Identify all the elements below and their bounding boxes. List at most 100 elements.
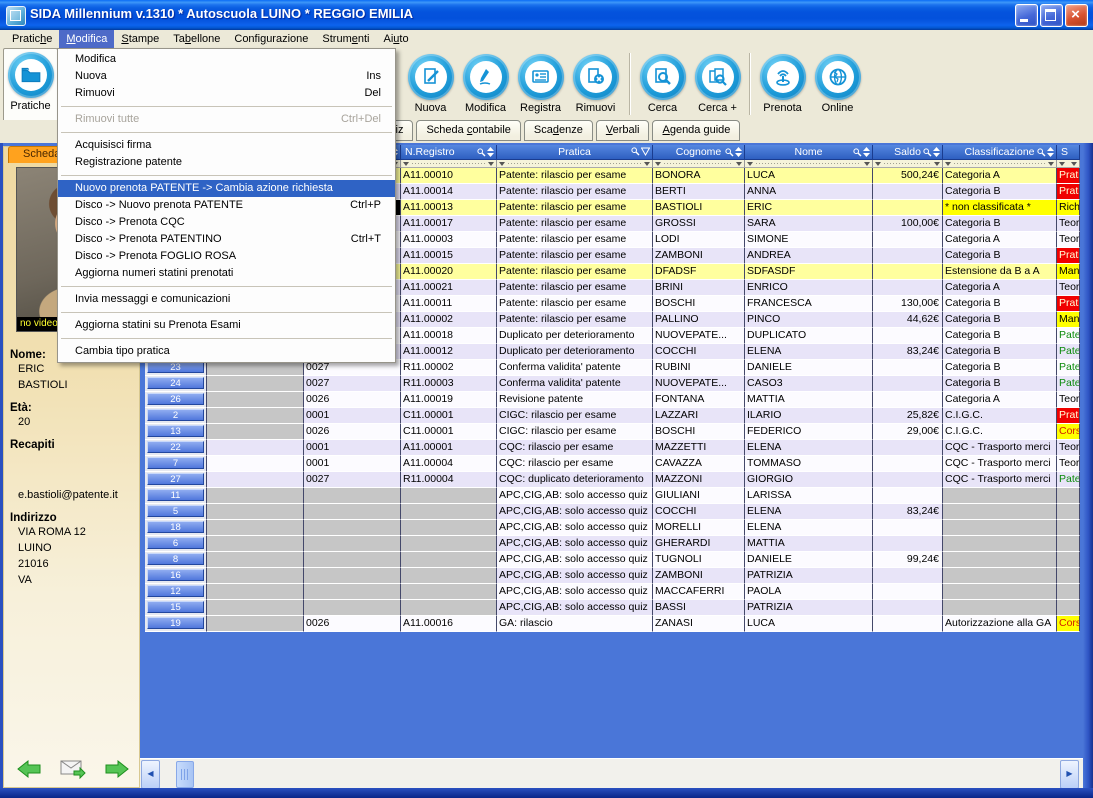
cell-nome[interactable]: MATTIA — [745, 392, 873, 408]
cell-classif[interactable] — [943, 584, 1057, 600]
table-row[interactable]: 220001A11.00001CQC: rilascio per esameMA… — [145, 440, 1083, 456]
cell-cognome[interactable]: PALLINO — [653, 312, 745, 328]
cell-nome[interactable]: ELENA — [745, 344, 873, 360]
cell-statino[interactable]: 0026 — [304, 392, 401, 408]
cell-cognome[interactable]: ZAMBONI — [653, 568, 745, 584]
cell-registro[interactable]: A11.00004 — [401, 456, 497, 472]
cell-stato[interactable]: Cors — [1057, 616, 1080, 632]
cell-registro[interactable]: A11.00013 — [401, 200, 497, 216]
tab-scheda-contabile[interactable]: Scheda contabile — [416, 120, 520, 141]
cell-registro[interactable]: A11.00011 — [401, 296, 497, 312]
cell-pratica[interactable]: Patente: rilascio per esame — [497, 280, 653, 296]
cell-stato[interactable] — [1057, 488, 1080, 504]
cell-c2[interactable] — [207, 504, 304, 520]
cell-pratica[interactable]: Patente: rilascio per esame — [497, 296, 653, 312]
search-and-sort-icon[interactable] — [923, 147, 940, 157]
cell-registro[interactable] — [401, 600, 497, 616]
search-and-sort-icon[interactable] — [725, 147, 742, 157]
cell-num[interactable]: 26 — [145, 392, 207, 408]
menu-item-acquisisci-firma[interactable]: Acquisisci firma — [58, 137, 395, 154]
cell-registro[interactable]: A11.00019 — [401, 392, 497, 408]
cell-saldo[interactable] — [873, 600, 943, 616]
row-number-button[interactable]: 6 — [147, 537, 204, 549]
cell-classif[interactable] — [943, 568, 1057, 584]
table-row[interactable]: 6APC,CIG,AB: solo accesso quizGHERARDIMA… — [145, 536, 1083, 552]
cell-classif[interactable]: Categoria B — [943, 312, 1057, 328]
cerca-toolbar-button[interactable]: Cerca — [635, 51, 690, 114]
cell-stato[interactable]: Pate — [1057, 376, 1080, 392]
cell-registro[interactable] — [401, 504, 497, 520]
cell-stato[interactable]: Pate — [1057, 344, 1080, 360]
cell-nome[interactable]: LARISSA — [745, 488, 873, 504]
cell-num[interactable]: 6 — [145, 536, 207, 552]
cell-cognome[interactable]: BONORA — [653, 168, 745, 184]
rimuovi-toolbar-button[interactable]: Rimuovi — [568, 51, 623, 114]
modifica-toolbar-button[interactable]: Modifica — [458, 51, 513, 114]
send-email-button[interactable] — [60, 759, 86, 782]
cell-c2[interactable] — [207, 536, 304, 552]
cell-saldo[interactable] — [873, 248, 943, 264]
cell-nome[interactable]: TOMMASO — [745, 456, 873, 472]
cell-nome[interactable]: ELENA — [745, 504, 873, 520]
filter-cell[interactable] — [653, 160, 745, 168]
table-row[interactable]: 8APC,CIG,AB: solo accesso quizTUGNOLIDAN… — [145, 552, 1083, 568]
cell-classif[interactable]: Autorizzazione alla GA — [943, 616, 1057, 632]
cell-nome[interactable]: PAOLA — [745, 584, 873, 600]
cell-registro[interactable]: A11.00020 — [401, 264, 497, 280]
cell-statino[interactable]: 0001 — [304, 408, 401, 424]
table-row[interactable]: 20001C11.00001CIGC: rilascio per esameLA… — [145, 408, 1083, 424]
cell-registro[interactable]: R11.00002 — [401, 360, 497, 376]
cell-pratica[interactable]: APC,CIG,AB: solo accesso quiz — [497, 600, 653, 616]
cell-cognome[interactable]: LAZZARI — [653, 408, 745, 424]
cell-nome[interactable]: CASO3 — [745, 376, 873, 392]
cell-cognome[interactable]: BOSCHI — [653, 424, 745, 440]
cell-nome[interactable]: ERIC — [745, 200, 873, 216]
menu-item-registrazione-patente[interactable]: Registrazione patente — [58, 154, 395, 171]
cell-c2[interactable] — [207, 456, 304, 472]
cell-saldo[interactable]: 83,24€ — [873, 504, 943, 520]
cell-saldo[interactable] — [873, 376, 943, 392]
cell-classif[interactable]: * non classificata * — [943, 200, 1057, 216]
cell-classif[interactable] — [943, 504, 1057, 520]
cell-registro[interactable]: A11.00017 — [401, 216, 497, 232]
cell-statino[interactable] — [304, 520, 401, 536]
cell-cognome[interactable]: NUOVEPATE... — [653, 328, 745, 344]
cell-saldo[interactable] — [873, 200, 943, 216]
cell-num[interactable]: 5 — [145, 504, 207, 520]
cell-cognome[interactable]: MAZZONI — [653, 472, 745, 488]
cell-registro[interactable] — [401, 488, 497, 504]
cell-pratica[interactable]: APC,CIG,AB: solo accesso quiz — [497, 520, 653, 536]
cell-num[interactable]: 22 — [145, 440, 207, 456]
search-and-sort-icon[interactable] — [477, 147, 494, 157]
cell-statino[interactable] — [304, 600, 401, 616]
row-number-button[interactable]: 27 — [147, 473, 204, 485]
scrollbar-thumb[interactable] — [176, 761, 194, 788]
cell-num[interactable]: 24 — [145, 376, 207, 392]
cell-num[interactable]: 7 — [145, 456, 207, 472]
cell-stato[interactable]: Prati — [1057, 408, 1080, 424]
cell-saldo[interactable] — [873, 184, 943, 200]
table-row[interactable]: 190026A11.00016GA: rilascioZANASILUCAAut… — [145, 616, 1083, 632]
cell-nome[interactable]: DUPLICATO — [745, 328, 873, 344]
tab-scadenze[interactable]: Scadenze — [524, 120, 593, 141]
cell-num[interactable]: 27 — [145, 472, 207, 488]
cell-nome[interactable]: PATRIZIA — [745, 568, 873, 584]
filter-cell[interactable] — [873, 160, 943, 168]
cell-classif[interactable]: Estensione da B a A — [943, 264, 1057, 280]
menu-item-disco-prenota-patentino[interactable]: Disco -> Prenota PATENTINOCtrl+T — [58, 231, 395, 248]
cell-registro[interactable]: R11.00004 — [401, 472, 497, 488]
cell-saldo[interactable] — [873, 328, 943, 344]
cell-nome[interactable]: DANIELE — [745, 552, 873, 568]
cell-nome[interactable]: ILARIO — [745, 408, 873, 424]
cell-cognome[interactable]: COCCHI — [653, 504, 745, 520]
cell-classif[interactable]: Categoria B — [943, 360, 1057, 376]
cell-cognome[interactable]: MORELLI — [653, 520, 745, 536]
cell-stato[interactable]: Man — [1057, 264, 1080, 280]
cell-pratica[interactable]: Conferma validita' patente — [497, 360, 653, 376]
table-row[interactable]: 18APC,CIG,AB: solo accesso quizMORELLIEL… — [145, 520, 1083, 536]
table-row[interactable]: 16APC,CIG,AB: solo accesso quizZAMBONIPA… — [145, 568, 1083, 584]
cell-stato[interactable]: Teor — [1057, 456, 1080, 472]
nuova-toolbar-button[interactable]: Nuova — [403, 51, 458, 114]
table-row[interactable]: 260026A11.00019Revisione patenteFONTANAM… — [145, 392, 1083, 408]
column-header-nome[interactable]: Nome — [745, 145, 873, 160]
